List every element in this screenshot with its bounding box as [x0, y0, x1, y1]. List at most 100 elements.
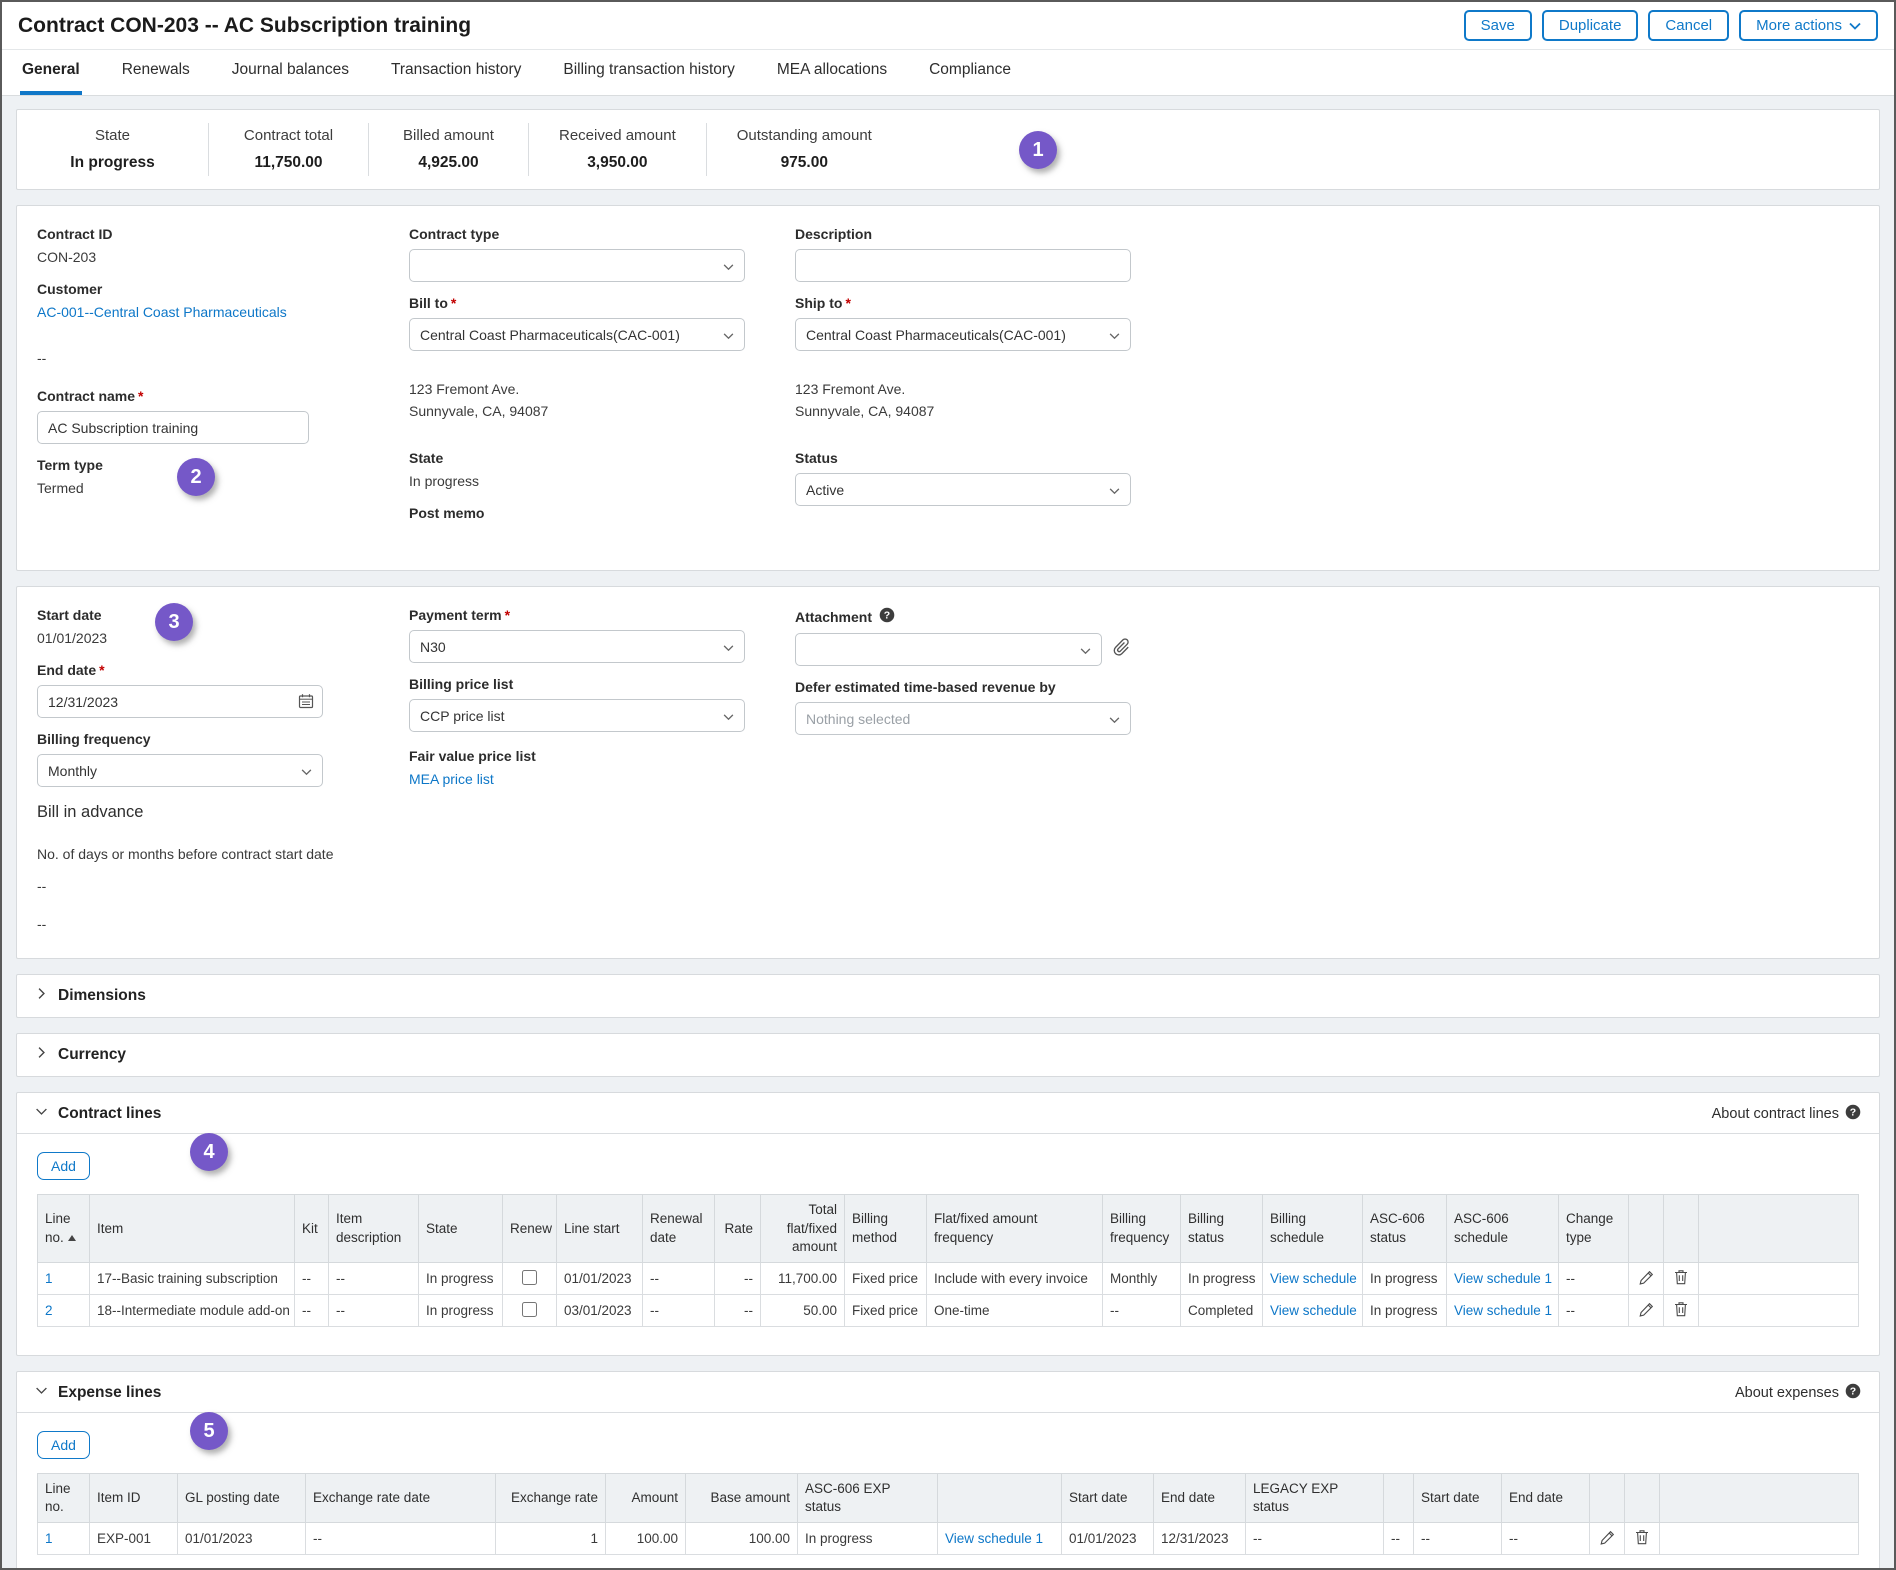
add-expense-line-button[interactable]: Add [37, 1431, 90, 1459]
column-header[interactable]: Billing frequency [1103, 1195, 1181, 1263]
column-header[interactable]: Amount [606, 1474, 686, 1523]
end-date-input[interactable] [37, 685, 323, 718]
table-cell: 1 [496, 1523, 606, 1555]
column-header[interactable]: Billing status [1181, 1195, 1263, 1263]
more-actions-button[interactable]: More actions [1739, 10, 1878, 41]
billing-price-list-label: Billing price list [409, 676, 745, 692]
column-header-label: Total flat/fixed amount [787, 1202, 837, 1253]
column-header[interactable]: Item [90, 1195, 295, 1263]
contract-name-input[interactable] [37, 411, 309, 444]
edit-icon[interactable] [1636, 1269, 1657, 1289]
chevron-right-icon [35, 1046, 48, 1064]
status-select[interactable]: Active [795, 473, 1131, 506]
customer-link[interactable]: AC-001--Central Coast Pharmaceuticals [37, 304, 287, 320]
delete-icon[interactable] [1671, 1268, 1691, 1289]
defer-revenue-select[interactable]: Nothing selected [795, 702, 1131, 735]
attachment-select[interactable] [795, 633, 1102, 666]
payment-term-select[interactable]: N30 [409, 630, 745, 663]
cancel-button[interactable]: Cancel [1648, 10, 1729, 41]
edit-icon[interactable] [1636, 1301, 1657, 1321]
column-header[interactable]: Item ID [90, 1474, 178, 1523]
help-icon[interactable]: ? [1845, 1104, 1861, 1124]
table-cell: 18--Intermediate module add-on [90, 1295, 295, 1327]
ship-to-select[interactable]: Central Coast Pharmaceuticals(CAC-001) [795, 318, 1131, 351]
add-contract-line-button[interactable]: Add [37, 1152, 90, 1180]
paperclip-icon[interactable] [1112, 638, 1131, 662]
expense-lines-toggle[interactable]: Expense lines [35, 1384, 161, 1402]
column-header[interactable]: Start date [1414, 1474, 1502, 1523]
bill-to-select[interactable]: Central Coast Pharmaceuticals(CAC-001) [409, 318, 745, 351]
column-header[interactable]: Item description [329, 1195, 419, 1263]
table-link[interactable]: View schedule [1270, 1303, 1357, 1318]
column-header[interactable]: State [419, 1195, 503, 1263]
table-link[interactable]: View schedule 1 [1454, 1271, 1552, 1286]
column-header[interactable]: ASC-606 EXP status [798, 1474, 938, 1523]
column-header[interactable]: Renewal date [643, 1195, 715, 1263]
calendar-icon[interactable] [298, 693, 314, 714]
tab-compliance[interactable]: Compliance [927, 61, 1013, 95]
contract-lines-toggle[interactable]: Contract lines [35, 1105, 161, 1123]
tab-journal-balances[interactable]: Journal balances [230, 61, 351, 95]
column-header[interactable]: Line start [557, 1195, 643, 1263]
table-cell: In progress [419, 1263, 503, 1295]
tab-mea-allocations[interactable]: MEA allocations [775, 61, 889, 95]
table-cell: View schedule [1263, 1263, 1363, 1295]
bill-to-label: Bill to* [409, 295, 745, 311]
column-header[interactable]: Start date [1062, 1474, 1154, 1523]
column-header[interactable]: Flat/fixed amount frequency [927, 1195, 1103, 1263]
column-header[interactable]: Base amount [686, 1474, 798, 1523]
column-header[interactable]: Change type [1559, 1195, 1629, 1263]
column-header[interactable]: End date [1154, 1474, 1246, 1523]
billing-frequency-select[interactable]: Monthly [37, 754, 323, 787]
renew-checkbox[interactable] [522, 1270, 537, 1285]
column-header[interactable]: Exchange rate [496, 1474, 606, 1523]
save-button[interactable]: Save [1464, 10, 1532, 41]
column-header[interactable]: Total flat/fixed amount [761, 1195, 845, 1263]
column-header[interactable]: Billing method [845, 1195, 927, 1263]
edit-icon[interactable] [1597, 1529, 1618, 1549]
mea-price-list-link[interactable]: MEA price list [409, 771, 494, 787]
table-link[interactable]: 1 [45, 1531, 53, 1546]
table-link[interactable]: View schedule 1 [1454, 1303, 1552, 1318]
billing-price-list-select[interactable]: CCP price list [409, 699, 745, 732]
tab-general[interactable]: General [20, 61, 82, 95]
cell-text: Include with every invoice [934, 1271, 1088, 1286]
column-header[interactable]: Kit [295, 1195, 329, 1263]
column-header[interactable]: ASC-606 schedule [1447, 1195, 1559, 1263]
column-header[interactable]: Line no. [38, 1474, 90, 1523]
duplicate-button[interactable]: Duplicate [1542, 10, 1639, 41]
currency-section-toggle[interactable]: Currency [16, 1033, 1880, 1077]
column-header-label: ASC-606 schedule [1454, 1211, 1509, 1244]
help-icon[interactable]: ? [879, 607, 895, 626]
chevron-down-icon [35, 1384, 48, 1402]
column-header[interactable]: ASC-606 status [1363, 1195, 1447, 1263]
table-cell: EXP-001 [90, 1523, 178, 1555]
delete-icon[interactable] [1632, 1528, 1652, 1549]
table-cell: Fixed price [845, 1263, 927, 1295]
tab-transaction-history[interactable]: Transaction history [389, 61, 523, 95]
renew-checkbox[interactable] [522, 1302, 537, 1317]
help-icon[interactable]: ? [1845, 1383, 1861, 1403]
contract-lines-title: Contract lines [58, 1105, 161, 1123]
cell-text: 1 [590, 1531, 598, 1546]
column-header[interactable]: End date [1502, 1474, 1590, 1523]
tab-renewals[interactable]: Renewals [120, 61, 192, 95]
column-header-label: Start date [1069, 1490, 1128, 1505]
dimensions-section-toggle[interactable]: Dimensions [16, 974, 1880, 1018]
column-header[interactable]: Exchange rate date [306, 1474, 496, 1523]
contract-type-select[interactable] [409, 249, 745, 282]
column-header[interactable]: Line no. [38, 1195, 90, 1263]
column-header[interactable]: LEGACY EXP status [1246, 1474, 1384, 1523]
tab-billing-transaction-history[interactable]: Billing transaction history [561, 61, 736, 95]
ship-to-label-text: Ship to [795, 295, 842, 311]
table-link[interactable]: View schedule 1 [945, 1531, 1043, 1546]
description-input[interactable] [795, 249, 1131, 282]
table-link[interactable]: 1 [45, 1271, 53, 1286]
table-link[interactable]: 2 [45, 1303, 53, 1318]
column-header[interactable]: Renew [503, 1195, 557, 1263]
column-header[interactable]: Rate [715, 1195, 761, 1263]
column-header[interactable]: GL posting date [178, 1474, 306, 1523]
delete-icon[interactable] [1671, 1300, 1691, 1321]
table-link[interactable]: View schedule [1270, 1271, 1357, 1286]
column-header[interactable]: Billing schedule [1263, 1195, 1363, 1263]
